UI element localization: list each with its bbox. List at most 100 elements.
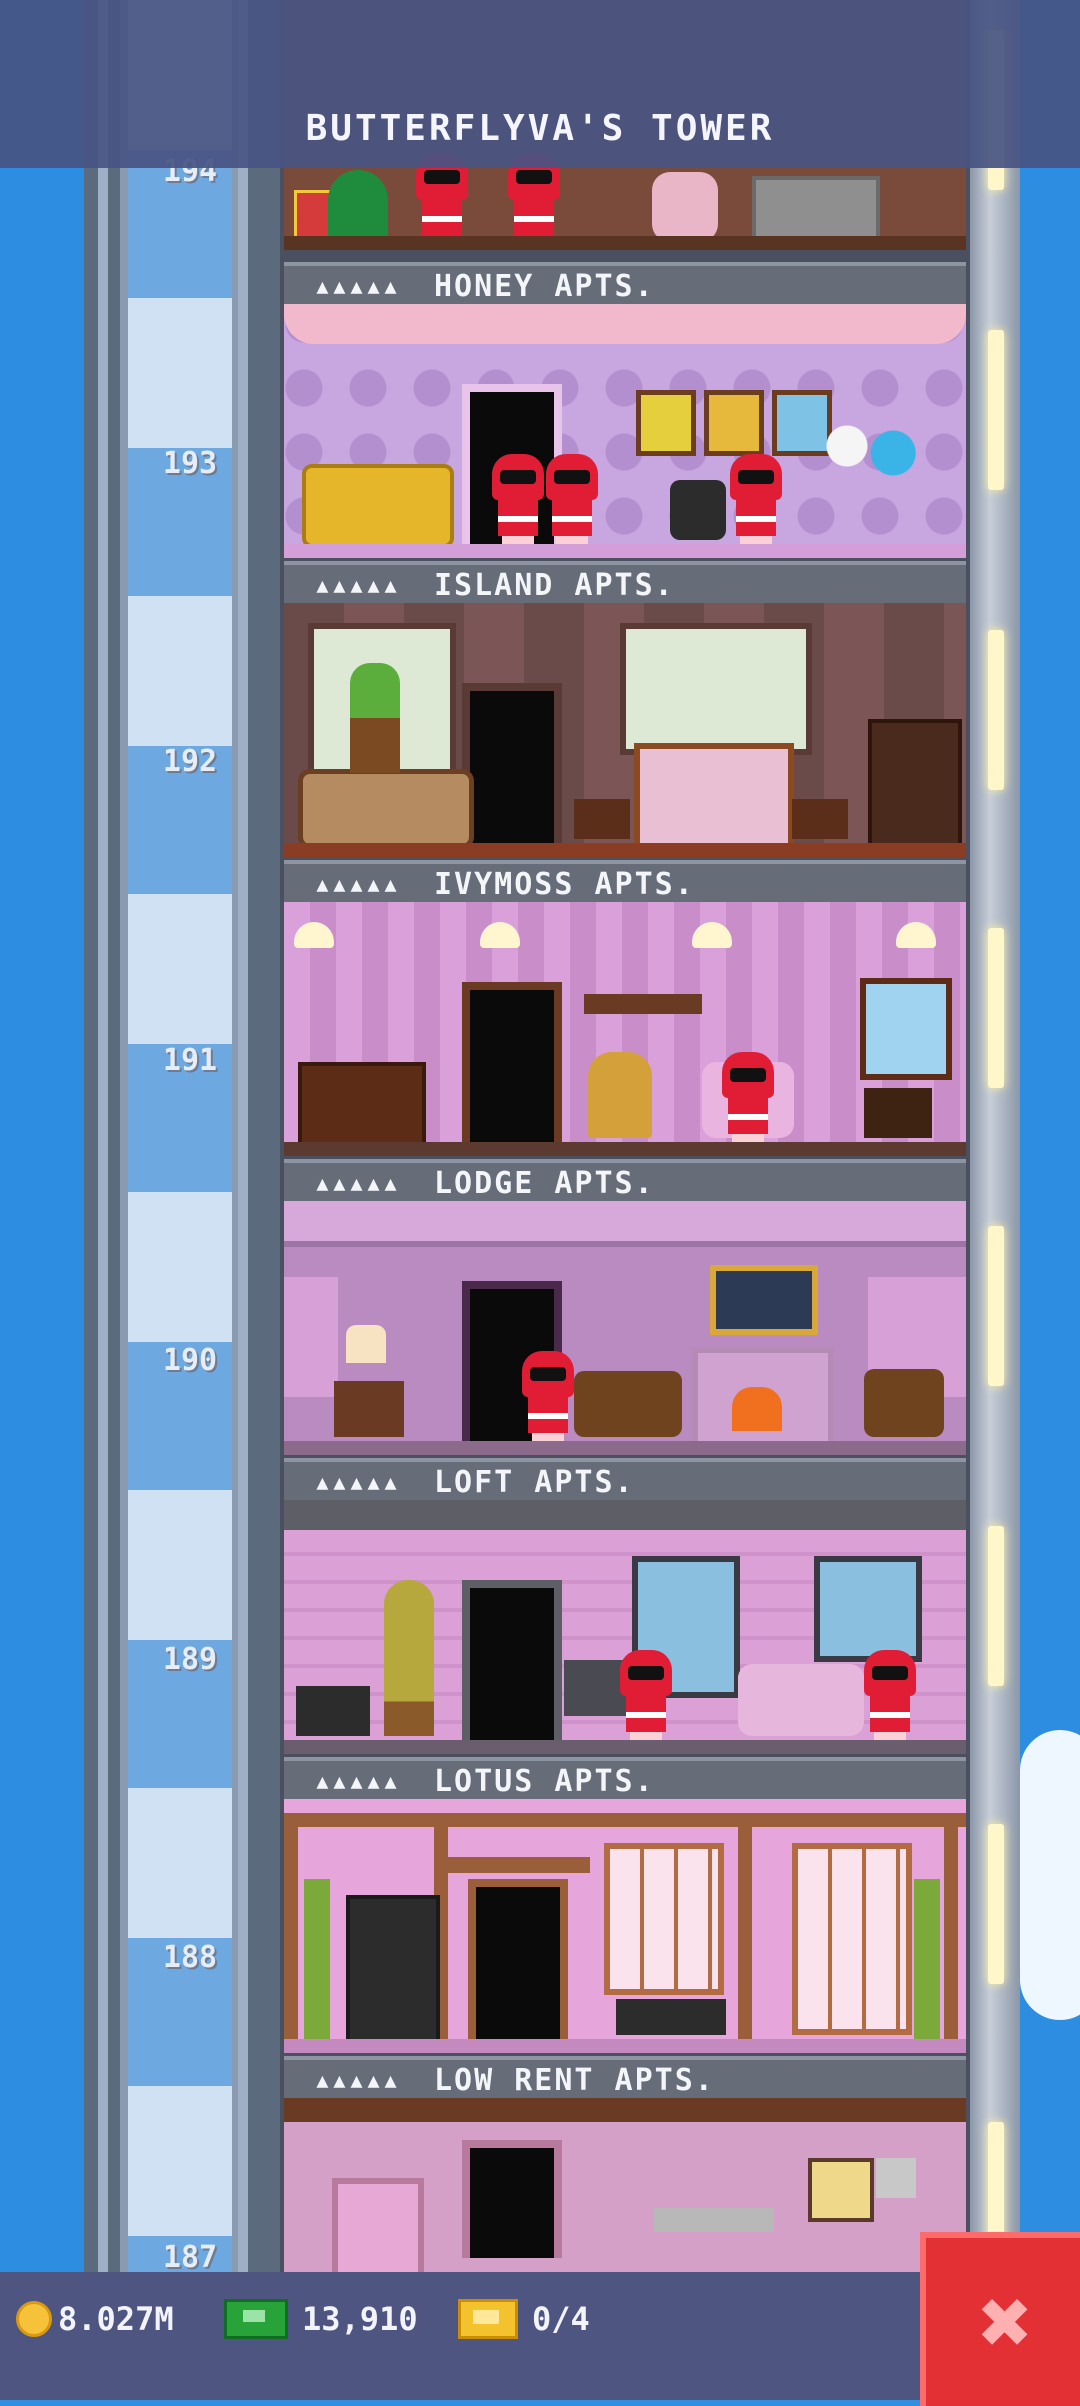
fire (732, 1387, 782, 1431)
floor-number: 189 (162, 1642, 218, 1677)
floor-192[interactable] (284, 603, 966, 857)
close-icon: ✖ (978, 2269, 1034, 2375)
jukebox (588, 1052, 652, 1138)
resident[interactable] (522, 1351, 574, 1441)
window-light (988, 1824, 1004, 1984)
door-frame (434, 1857, 590, 1873)
floor-label-bar[interactable]: ▲▲▲▲▲ LOW RENT APTS. (284, 2056, 966, 2104)
top-header: BUTTERFLYVA'S TOWER (0, 0, 1080, 168)
bux-value: 13,910 (302, 2300, 418, 2338)
apartment-door (468, 1879, 568, 2039)
ceiling-pipes (284, 1500, 966, 1530)
floor-label: ISLAND APTS. (434, 567, 675, 603)
resident[interactable] (864, 1650, 916, 1740)
resident-slots-icon: ▲▲▲▲▲ (316, 573, 402, 597)
ceiling-beam (284, 2098, 966, 2122)
floor-number: 193 (162, 446, 218, 481)
floor-187[interactable] (284, 2098, 966, 2272)
armchair (652, 172, 718, 242)
wardrobe (868, 719, 962, 847)
floor-ground (284, 236, 966, 250)
leather-sofa (574, 1371, 682, 1437)
yellow-couch (302, 464, 454, 548)
resident-slots-icon: ▲▲▲▲▲ (316, 1171, 402, 1195)
coins-counter[interactable]: 8.027M (16, 2297, 174, 2341)
floor-ground (284, 1142, 966, 1156)
window (620, 623, 812, 755)
window-light (988, 1526, 1004, 1686)
bed (634, 743, 794, 851)
floor-label: LOTUS APTS. (434, 1763, 655, 1799)
tv-cabinet (298, 1062, 426, 1150)
floor-label-bar[interactable]: ▲▲▲▲▲ HONEY APTS. (284, 262, 966, 310)
floor-label-bar[interactable]: ▲▲▲▲▲ LOFT APTS. (284, 1458, 966, 1506)
resident-slots-icon: ▲▲▲▲▲ (316, 1470, 402, 1494)
bux-counter[interactable]: 13,910 (224, 2297, 418, 2341)
floor-label-bar[interactable]: ▲▲▲▲▲ ISLAND APTS. (284, 561, 966, 609)
floor-191[interactable] (284, 902, 966, 1156)
wooden-post (738, 1813, 752, 2053)
outlet (876, 2158, 916, 2198)
plant-table (864, 1088, 932, 1138)
armchair (864, 1369, 944, 1437)
close-button[interactable]: ✖ (920, 2232, 1080, 2406)
shoji-window (604, 1843, 724, 1995)
apartment-door (462, 982, 562, 1142)
bamboo-plant (304, 1879, 330, 2039)
bamboo-plant (914, 1879, 940, 2039)
floor-190[interactable] (284, 1201, 966, 1455)
wall-panel (654, 2208, 774, 2232)
honey-drip (284, 304, 966, 344)
nightstand (574, 799, 630, 839)
bookshelf (584, 994, 702, 1014)
picture-frame (704, 390, 764, 456)
resident[interactable] (492, 454, 544, 544)
tickets-counter[interactable]: 0/4 (458, 2297, 590, 2341)
apartment-door (462, 2140, 562, 2258)
side-table (334, 1381, 404, 1437)
wooden-post (944, 1813, 958, 2053)
resident[interactable] (722, 1052, 774, 1142)
floor-label-bar[interactable]: ▲▲▲▲▲ IVYMOSS APTS. (284, 860, 966, 908)
floor-ground (284, 2039, 966, 2053)
elevator-rail (98, 0, 108, 2400)
window-light (988, 928, 1004, 1088)
floor-ground (284, 544, 966, 558)
elevator-rail (238, 0, 248, 2400)
floor-193[interactable] (284, 304, 966, 558)
floor-label: LODGE APTS. (434, 1165, 655, 1201)
floor-label: LOW RENT APTS. (434, 2062, 715, 2098)
floor-label: LOFT APTS. (434, 1464, 635, 1500)
pink-sofa (738, 1664, 864, 1736)
floor-ground (284, 1740, 966, 1754)
floor-number: 187 (162, 2240, 218, 2275)
resident[interactable] (730, 454, 782, 544)
resident[interactable] (620, 1650, 672, 1740)
floor-label-bar[interactable]: ▲▲▲▲▲ LODGE APTS. (284, 1159, 966, 1207)
floor-188[interactable] (284, 1799, 966, 2053)
floor-number: 188 (162, 1940, 218, 1975)
low-table (616, 1999, 726, 2035)
apartment-door (462, 683, 562, 843)
floor-ground (284, 1441, 966, 1455)
painting (710, 1265, 818, 1335)
elevator-track (120, 0, 240, 2400)
floor-label-bar[interactable]: ▲▲▲▲▲ LOTUS APTS. (284, 1757, 966, 1805)
wall-beam (284, 1201, 966, 1247)
floor-label: HONEY APTS. (434, 268, 655, 304)
tickets-value: 0/4 (532, 2300, 590, 2338)
apartment-door (462, 1580, 562, 1740)
armchair (670, 480, 726, 540)
shoji-window (792, 1843, 912, 2035)
curtain (284, 1277, 338, 1397)
tower-title: BUTTERFLYVA'S TOWER (305, 108, 775, 149)
window (814, 1556, 922, 1662)
palm-plant (350, 663, 400, 773)
floor-number: 190 (162, 1343, 218, 1378)
floor-189[interactable] (284, 1500, 966, 1754)
coin-icon (16, 2301, 52, 2337)
resident[interactable] (546, 454, 598, 544)
resident-slots-icon: ▲▲▲▲▲ (316, 872, 402, 896)
elevator-shaft[interactable] (84, 0, 286, 2400)
wooden-post (284, 1813, 298, 2053)
